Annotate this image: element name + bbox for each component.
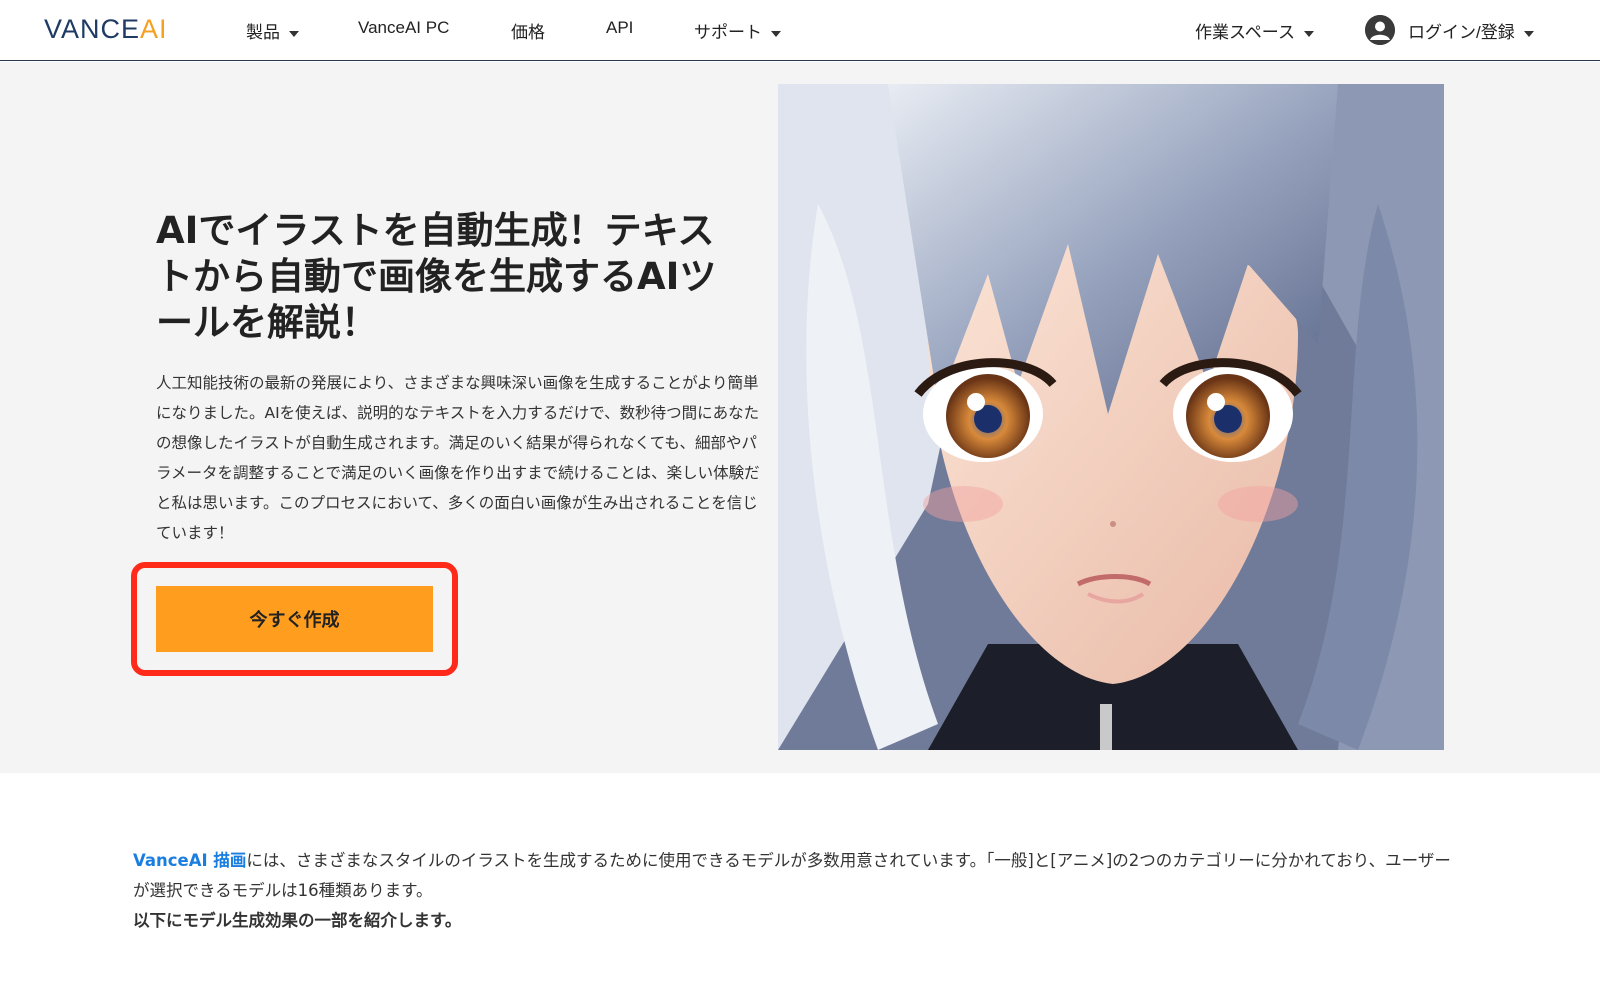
user-avatar-icon[interactable] <box>1365 15 1395 45</box>
vanceai-drawing-link[interactable]: VanceAI 描画 <box>133 851 246 870</box>
nav-pricing[interactable]: 価格 <box>511 18 545 43</box>
hero-title: AIでイラストを自動生成！テキストから自動で画像を生成するAIツールを解説！ <box>156 209 717 344</box>
nav-api-label: API <box>606 18 634 37</box>
intro-text: には、さまざまなスタイルのイラストを生成するために使用できるモデルが多数用意され… <box>133 851 1451 900</box>
nav-api[interactable]: API <box>606 18 633 38</box>
chevron-down-icon <box>289 30 299 37</box>
nav-pricing-label: 価格 <box>511 23 545 42</box>
create-now-button[interactable]: 今すぐ作成 <box>156 586 433 652</box>
hero-section: AIでイラストを自動生成！テキストから自動で画像を生成するAIツールを解説！ 人… <box>0 62 1600 773</box>
intro-subheading: 以下にモデル生成効果の一部を紹介します。 <box>133 911 462 930</box>
chevron-down-icon <box>1523 30 1534 37</box>
nav-support-label: サポート <box>694 23 762 42</box>
logo-text-vance: VANCE <box>44 14 141 44</box>
nav-workspace[interactable]: 作業スペース <box>1195 18 1314 43</box>
vanceai-logo[interactable]: VANCEAI <box>44 14 168 45</box>
top-navigation-bar: VANCEAI 製品 VanceAI PC 価格 API サポート 作業スペース… <box>0 0 1600 61</box>
nav-vanceai-pc[interactable]: VanceAI PC <box>358 18 449 38</box>
intro-section: VanceAI 描画には、さまざまなスタイルのイラストを生成するために使用できる… <box>133 846 1453 936</box>
nav-support[interactable]: サポート <box>694 18 781 43</box>
logo-text-ai: AI <box>140 14 168 44</box>
anime-girl-illustration <box>778 84 1444 750</box>
chevron-down-icon <box>771 30 781 37</box>
chevron-down-icon <box>1303 30 1314 37</box>
nav-products-label: 製品 <box>246 23 280 42</box>
hero-description: 人工知能技術の最新の発展により、さまざまな興味深い画像を生成することがより簡単に… <box>156 374 760 542</box>
nav-pc-label: VanceAI PC <box>358 18 450 37</box>
nav-products[interactable]: 製品 <box>246 18 299 43</box>
nav-login-label: ログイン/登録 <box>1408 23 1515 42</box>
nav-workspace-label: 作業スペース <box>1195 23 1295 42</box>
nav-login[interactable]: ログイン/登録 <box>1408 18 1534 43</box>
intro-paragraph: VanceAI 描画には、さまざまなスタイルのイラストを生成するために使用できる… <box>133 846 1453 906</box>
